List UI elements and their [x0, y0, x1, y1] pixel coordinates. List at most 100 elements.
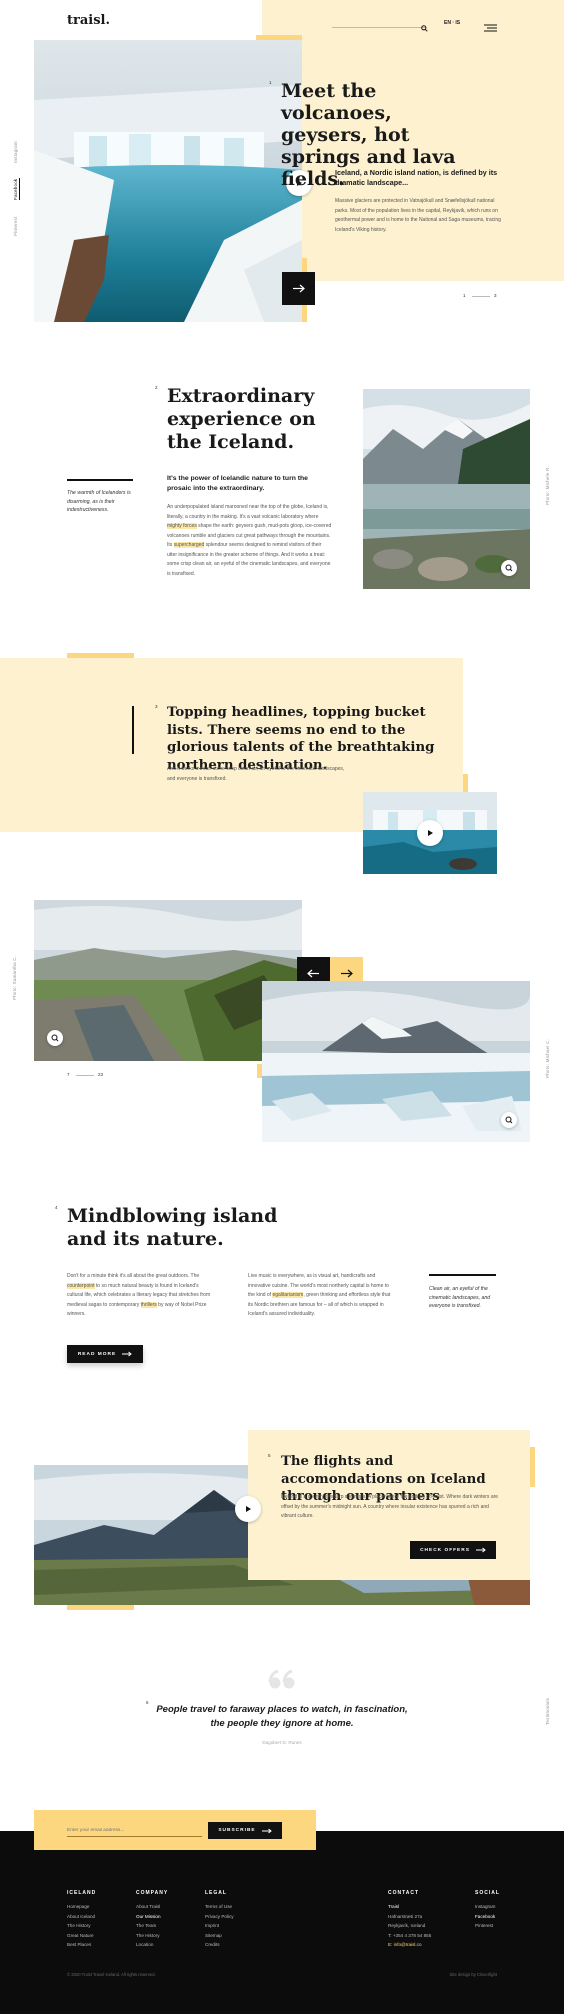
footer-link[interactable]: Credits	[205, 1940, 234, 1950]
footer-link[interactable]: About Traisl	[136, 1902, 161, 1912]
footer-contact-phone[interactable]: T: +354 4 378 54 855	[388, 1931, 431, 1941]
side-social-divider	[19, 178, 20, 200]
gallery-pager-line	[76, 1075, 94, 1076]
footer-link[interactable]: The History	[67, 1921, 95, 1931]
footer-social-facebook[interactable]: Facebook	[475, 1912, 495, 1922]
section3-body: And it works a treat: some crisp clean a…	[167, 766, 345, 782]
footer-link[interactable]: Great Nature	[67, 1931, 95, 1941]
section4-col2: Live music is everywhere, as is visual a…	[248, 1273, 391, 1317]
section4-col1: Don't for a minute think it's all about …	[67, 1273, 211, 1317]
section2-lake-image	[363, 389, 530, 589]
hero-section-number: 1	[269, 80, 272, 85]
testimonial-author: Dagobert D. Runes	[262, 1740, 302, 1745]
magnify-icon	[51, 1034, 59, 1042]
footer-link[interactable]: Imprint	[205, 1921, 234, 1931]
quote-mark-icon	[268, 1669, 296, 1690]
magnify-icon	[505, 564, 513, 572]
section2-quote-line	[67, 479, 133, 481]
section5-play-button[interactable]	[235, 1496, 261, 1522]
section4-number: 4	[55, 1205, 58, 1210]
footer-link[interactable]: The History	[136, 1931, 161, 1941]
check-offers-label: CHECK OFFERS	[420, 1547, 470, 1553]
section2-zoom-button[interactable]	[501, 560, 517, 576]
footer-contact-lines: Traisl Hafnarstræti 27a Reykjavík, Icela…	[388, 1902, 431, 1950]
testimonial-quote: People travel to faraway places to watch…	[156, 1704, 408, 1729]
magnify-icon	[505, 1116, 513, 1124]
section3-title: Topping headlines, topping bucket lists.…	[167, 705, 435, 773]
arrow-right-icon	[475, 1547, 486, 1553]
subscribe-label: SUBSCRIBE	[218, 1828, 256, 1833]
logo[interactable]: traisl.	[67, 13, 110, 28]
language-switch[interactable]: EN · IS	[444, 20, 460, 26]
header-search-line[interactable]	[332, 27, 426, 28]
section2-title: Extraordinary experience on the Iceland.	[167, 385, 316, 453]
footer-credit[interactable]: Site design by Cloverfight	[420, 1972, 497, 1977]
search-icon[interactable]	[421, 19, 428, 32]
footer-social-links: Instagram Facebook Pinterest	[475, 1902, 495, 1931]
footer-link[interactable]: Privacy Policy	[205, 1912, 234, 1922]
footer-contact-line: Hafnarstræti 27a	[388, 1913, 423, 1919]
section5-number: 5	[268, 1453, 271, 1458]
footer-social-instagram[interactable]: Instagram	[475, 1902, 495, 1912]
section3-play-button[interactable]	[417, 820, 443, 846]
section5-body: Iceland is a country of sharp contrasts.…	[281, 1494, 499, 1519]
footer-link[interactable]: Homepage	[67, 1902, 95, 1912]
read-more-button[interactable]: READ MORE	[67, 1345, 143, 1363]
section2-quote: The warmth of Icelanders is disarming, a…	[67, 490, 131, 513]
footer-link[interactable]: About Iceland	[67, 1912, 95, 1922]
footer-social-pinterest[interactable]: Pinterest	[475, 1921, 495, 1931]
hero-body: Massive glaciers are protected in Vatnaj…	[335, 198, 501, 233]
section2-body: An underpopulated island marooned near t…	[167, 504, 332, 577]
footer-link[interactable]: Sitemap	[205, 1931, 234, 1941]
arrow-right-icon	[261, 1828, 272, 1833]
footer-copyright: © 2020 Traisl Travel Iceland. All rights…	[67, 1972, 156, 1977]
footer-link[interactable]: Terms of Use	[205, 1902, 234, 1912]
subscribe-button[interactable]: SUBSCRIBE	[208, 1822, 282, 1839]
menu-icon[interactable]	[484, 19, 497, 32]
gallery-credit-right: Photo: Michael C.	[545, 1039, 550, 1078]
hero-pager-line	[472, 296, 490, 297]
section5-accent-bar	[67, 1605, 134, 1610]
testimonial-side-label: Testimonials	[545, 1697, 550, 1725]
hero-pager-current: 1	[463, 293, 466, 298]
footer-col-iceland-title: ICELAND	[67, 1890, 97, 1896]
section2-number: 2	[155, 385, 158, 390]
footer-link[interactable]: Best Places	[67, 1940, 95, 1950]
footer-col-company-links: About Traisl Our Mission The Team The Hi…	[136, 1902, 161, 1950]
hero-next-button[interactable]	[282, 272, 315, 305]
footer-contact-line: Reykjavík, Iceland	[388, 1923, 426, 1928]
gallery-pager-current: 7	[67, 1072, 70, 1077]
footer-contact-email[interactable]: E: info@traisl.co	[388, 1940, 431, 1950]
section3-accent-bar-vertical	[463, 774, 468, 792]
gallery-glacier-image	[262, 981, 530, 1142]
footer-col-iceland-links: Homepage About Iceland The History Great…	[67, 1902, 95, 1950]
side-social-pinterest[interactable]: Pinterest	[13, 216, 18, 236]
gallery-left-zoom-button[interactable]	[47, 1030, 63, 1046]
section5-accent-bar-vertical	[530, 1447, 535, 1487]
check-offers-button[interactable]: CHECK OFFERS	[410, 1541, 496, 1559]
section3-quote-line	[132, 706, 134, 754]
footer-link[interactable]: The Team	[136, 1921, 161, 1931]
newsletter-email-input[interactable]	[67, 1825, 202, 1837]
read-more-label: READ MORE	[77, 1351, 117, 1357]
gallery-right-zoom-button[interactable]	[501, 1112, 517, 1128]
footer-contact-title: CONTACT	[388, 1890, 420, 1896]
gallery-credit-left: Photo: Samantha C.	[12, 955, 17, 1000]
footer-col-company-title: COMPANY	[136, 1890, 169, 1896]
section4-title: Mindblowing island and its nature.	[67, 1205, 278, 1250]
section4-quote-line	[429, 1274, 496, 1276]
section2-photo-credit: Photo: Michele R.	[545, 466, 550, 505]
hero-waterfall-image	[34, 40, 302, 322]
arrow-right-icon	[122, 1351, 132, 1357]
footer-col-legal-links: Terms of Use Privacy Policy Imprint Site…	[205, 1902, 234, 1950]
hero-pager-total: 3	[494, 293, 497, 298]
side-social-instagram[interactable]: Instagram	[13, 141, 18, 163]
footer-link[interactable]: Location	[136, 1940, 161, 1950]
testimonial-number: 6	[146, 1700, 149, 1705]
hero-subtitle: Iceland, a Nordic island nation, is defi…	[335, 168, 498, 187]
arrow-right-icon	[293, 284, 305, 293]
footer-contact-company: Traisl	[388, 1904, 400, 1909]
footer-link-active[interactable]: Our Mission	[136, 1912, 161, 1922]
section3-number: 3	[155, 704, 158, 709]
side-social-facebook[interactable]: Facebook	[13, 179, 18, 200]
